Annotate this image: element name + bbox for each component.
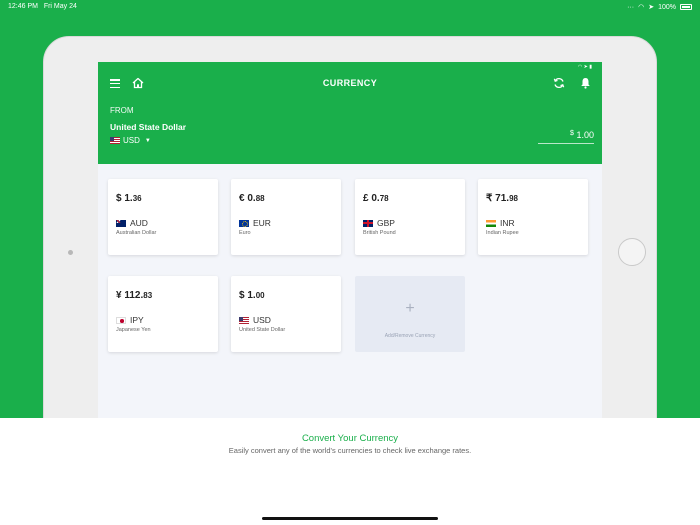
card-code-row: GBP	[363, 218, 395, 228]
mini-status-icons: ◠ ➤ ▮	[577, 64, 592, 70]
card-code-row: INR	[486, 218, 515, 228]
card-amount: € 0.88	[239, 193, 265, 204]
currency-card-aud[interactable]: $ 1.36 AUD Australian Dollar	[108, 179, 218, 255]
us-flag-icon	[239, 316, 249, 324]
card-amount: $ 1.36	[116, 193, 142, 204]
currency-card-eur[interactable]: € 0.88 EUR Euro	[231, 179, 341, 255]
gb-flag-icon	[363, 219, 373, 227]
card-currency-name: Japanese Yen	[116, 327, 151, 333]
promo-title: Convert Your Currency	[301, 433, 399, 444]
add-remove-currency-button[interactable]: + Add/Remove Currency	[355, 276, 465, 352]
status-bar: 12:46 PM Fri May 24 ··· ◠ ➤ 100%	[0, 0, 700, 14]
app-header: ◠ ➤ ▮ CURRENCY FROM United State Dollar …	[98, 62, 602, 164]
card-code: INR	[500, 218, 515, 228]
bell-icon[interactable]	[580, 77, 591, 89]
card-code: IPY	[130, 315, 144, 325]
status-time: 12:46 PM Fri May 24	[8, 3, 77, 10]
from-label: FROM	[110, 106, 134, 115]
location-icon: ➤	[648, 4, 655, 11]
amount-symbol: $	[570, 130, 574, 137]
card-currency-name: Euro	[239, 230, 251, 236]
card-code: EUR	[253, 218, 271, 228]
page-title: CURRENCY	[322, 78, 378, 88]
wifi-icon: ◠	[638, 4, 645, 11]
card-currency-name: Indian Rupee	[486, 230, 519, 236]
caret-down-icon: ▼	[144, 137, 151, 144]
battery-percent: 100%	[658, 3, 676, 11]
add-remove-label: Add/Remove Currency	[384, 333, 436, 339]
status-date-text: Fri May 24	[43, 3, 77, 10]
card-code-row: IPY	[116, 315, 144, 325]
card-amount: $ 1.00	[239, 290, 265, 301]
card-code-row: AUD	[116, 218, 148, 228]
card-amount: ₹ 71.98	[486, 193, 518, 204]
card-amount: ¥ 112.83	[116, 290, 153, 301]
au-flag-icon	[116, 219, 126, 227]
eu-flag-icon	[239, 219, 249, 227]
from-currency-code: USD	[123, 136, 140, 145]
from-currency-name: United State Dollar	[110, 122, 187, 132]
status-right: ··· ◠ ➤ 100%	[627, 3, 692, 11]
promo-subtitle: Easily convert any of the world's curren…	[228, 446, 472, 455]
tablet-home-button[interactable]	[618, 238, 646, 266]
currency-card-jpy[interactable]: ¥ 112.83 IPY Japanese Yen	[108, 276, 218, 352]
amount-input[interactable]: $ 1.00	[538, 130, 594, 144]
home-indicator[interactable]	[262, 517, 438, 520]
status-time-text: 12:46 PM	[8, 3, 38, 10]
card-amount: £ 0.78	[363, 193, 389, 204]
card-currency-name: British Pound	[363, 230, 396, 236]
in-flag-icon	[486, 219, 496, 227]
currency-card-inr[interactable]: ₹ 71.98 INR Indian Rupee	[478, 179, 588, 255]
amount-value: 1.00	[576, 130, 594, 140]
from-currency-dropdown[interactable]: USD ▼	[110, 136, 151, 145]
promo-panel: Convert Your Currency Easily convert any…	[0, 418, 700, 525]
more-dots-icon: ···	[627, 3, 635, 11]
currency-card-usd[interactable]: $ 1.00 USD United State Dollar	[231, 276, 341, 352]
card-code: GBP	[377, 218, 395, 228]
currency-card-gbp[interactable]: £ 0.78 GBP British Pound	[355, 179, 465, 255]
app-screen: ◠ ➤ ▮ CURRENCY FROM United State Dollar …	[98, 62, 602, 422]
battery-icon	[680, 4, 692, 10]
card-currency-name: United State Dollar	[239, 327, 286, 333]
card-currency-name: Australian Dollar	[116, 230, 157, 236]
card-code: USD	[253, 315, 271, 325]
refresh-icon[interactable]	[553, 77, 565, 89]
plus-icon: +	[405, 300, 415, 317]
card-code-row: USD	[239, 315, 271, 325]
card-code: AUD	[130, 218, 148, 228]
us-flag-icon	[110, 137, 120, 144]
card-code-row: EUR	[239, 218, 271, 228]
camera-icon	[68, 250, 73, 255]
jp-flag-icon	[116, 316, 126, 324]
